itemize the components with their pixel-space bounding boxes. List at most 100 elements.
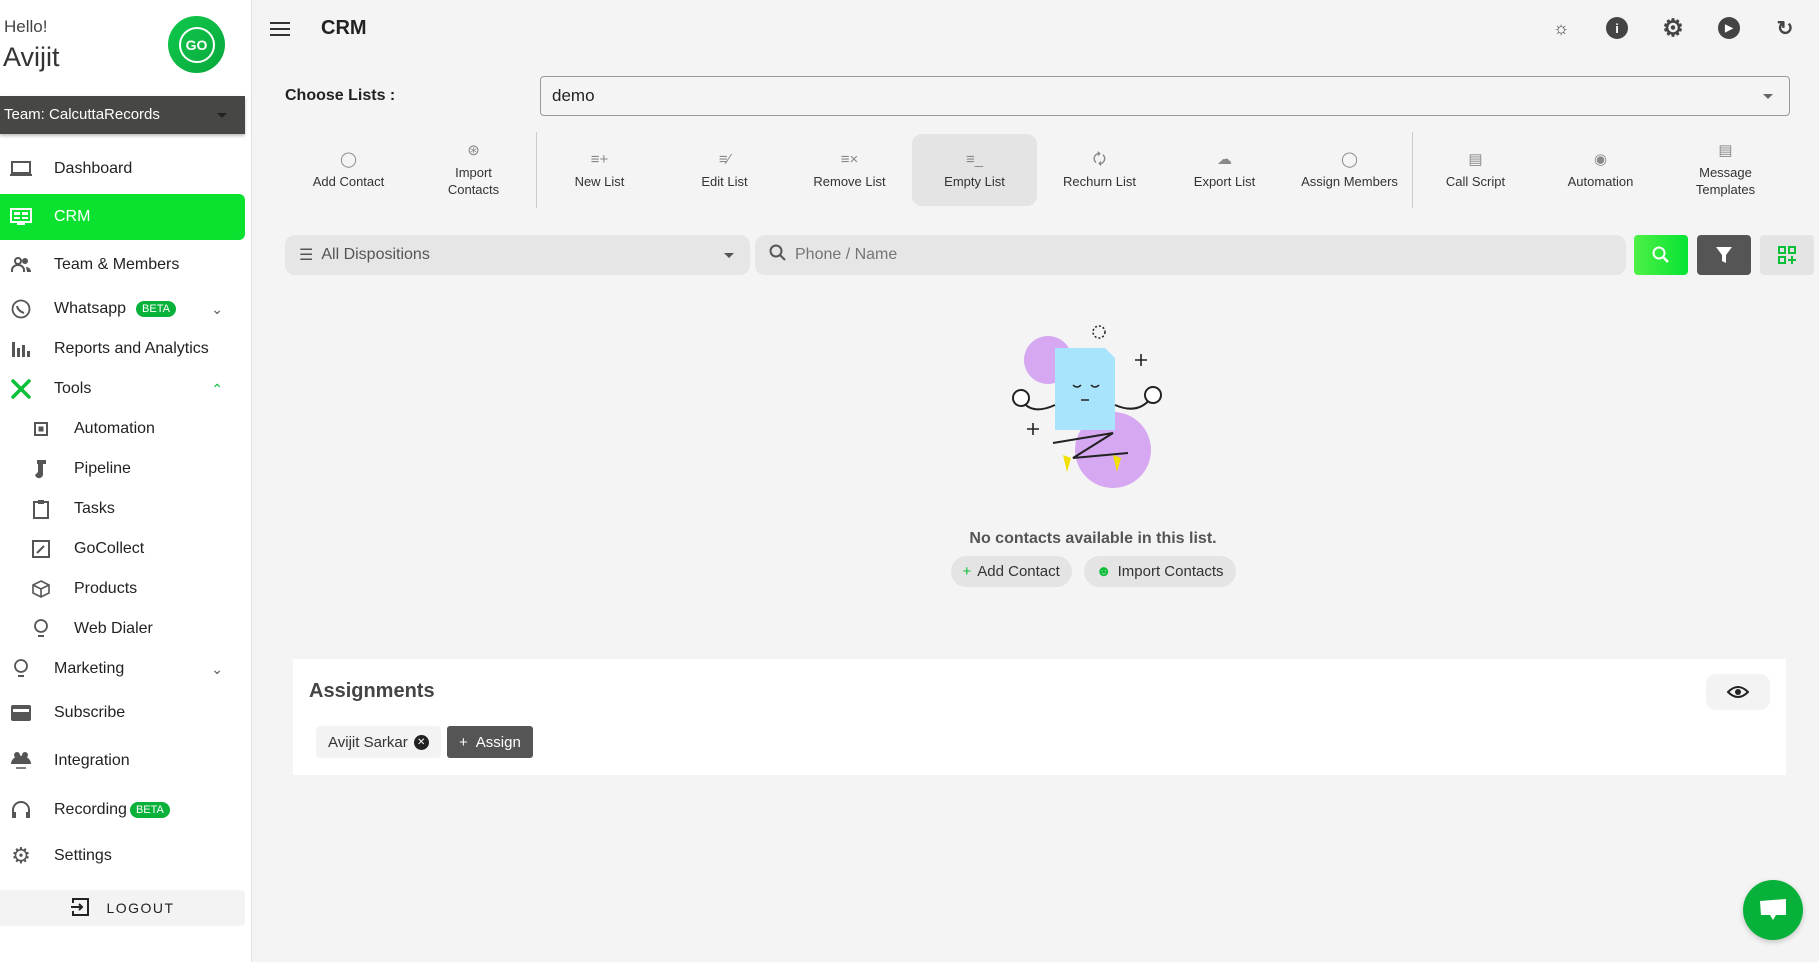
logout-button[interactable]: LOGOUT [0,890,245,926]
pill-label: Import Contacts [1117,563,1224,580]
filter-button[interactable] [1697,235,1751,275]
search-input[interactable] [795,246,1554,264]
sidebar-item-label: Tasks [74,500,115,517]
assign-button[interactable]: + Assign [447,726,533,758]
sidebar-item-label: Tools [54,380,92,397]
empty-message: No contacts available in this list. [969,530,1217,547]
toolbar-label: Rechurn List [1063,173,1136,189]
file-refresh-icon: 🗘 [1092,150,1107,168]
chevron-up-icon[interactable]: ⌃ [211,381,223,398]
group-add-icon: ☻ [1095,563,1112,580]
caret-down-icon [724,253,734,258]
toolbar-label: Export List [1193,173,1256,189]
remove-assignee-icon[interactable]: ✕ [413,734,429,750]
toolbar-label: New List [574,173,625,189]
page-title: CRM [321,17,367,39]
chevron-down-icon[interactable]: ⌄ [211,661,223,678]
sidebar-item-label: CRM [54,208,91,225]
robot-icon: ◉ [1593,150,1608,168]
empty-add-contact-button[interactable]: + Add Contact [950,556,1072,587]
new-list-button[interactable]: ≡+ New List [537,134,662,206]
search-icon [769,244,787,267]
filter-list-icon: ☰ [299,247,314,264]
header-actions: ☼ i ⚙ ▶ ↻ [1550,15,1796,42]
remove-list-button[interactable]: ≡× Remove List [787,134,912,206]
integration-icon [8,750,34,772]
chat-button[interactable] [1743,880,1803,940]
list-select-value: demo [552,86,595,105]
team-label: Team: CalcuttaRecords [4,106,160,123]
logout-label: LOGOUT [106,900,175,916]
search-button[interactable] [1634,235,1688,275]
sidebar-item-settings[interactable]: ⚙ Settings [0,833,245,879]
playlist-add-icon: ≡+ [590,150,609,168]
playlist-edit-icon: ≡⁄ [718,150,731,168]
disposition-select[interactable]: ☰ All Dispositions [285,235,750,275]
sidebar-item-label: Marketing [54,660,125,677]
sidebar-item-marketing[interactable]: Marketing ⌄ [0,646,245,692]
toolbar-label: Add Contact [312,173,385,189]
plus-icon: + [459,733,468,751]
pipeline-icon [28,458,54,480]
cube-icon [28,578,54,600]
message-templates-button[interactable]: ▤ Message Templates [1663,134,1788,206]
playlist-empty-icon: ≡_ [965,150,984,168]
greeting: Hello! [4,17,48,36]
chevron-down-icon[interactable]: ⌄ [211,301,223,318]
logo-text: GO [185,36,208,53]
toolbar-label: Message Templates [1695,165,1756,197]
template-icon: ▤ [1718,142,1733,159]
filter-bar: ☰ All Dispositions [285,235,1814,275]
edit-list-button[interactable]: ≡⁄ Edit List [662,134,787,206]
sidebar-item-label: Dashboard [54,160,133,177]
assign-members-button[interactable]: ◯ Assign Members [1287,134,1412,206]
sidebar-item-label: Subscribe [54,704,126,721]
toolbar-label: Edit List [701,173,748,189]
rechurn-list-button[interactable]: 🗘 Rechurn List [1037,134,1162,206]
gear-icon: ⚙ [11,843,31,868]
clipboard-icon [28,498,54,520]
import-contacts-button[interactable]: ⊛ Import Contacts [411,134,536,206]
sidebar: Hello! Avijit GO Team: CalcuttaRecords D… [0,0,252,962]
sidebar-item-subscribe[interactable]: Subscribe [0,690,245,736]
sidebar-item-team-members[interactable]: Team & Members [0,242,245,288]
sidebar-item-label: Whatsapp [54,300,127,317]
call-script-button[interactable]: ▤ Call Script [1413,134,1538,206]
automation-button[interactable]: ◉ Automation [1538,134,1663,206]
hamburger-menu-icon[interactable] [270,18,290,40]
sidebar-item-label: Reports and Analytics [54,340,209,357]
crm-icon [8,206,34,228]
empty-actions: + Add Contact ☻ Import Contacts [893,556,1293,587]
sidebar-item-recording[interactable]: Recording BETA [0,787,245,833]
empty-list-button[interactable]: ≡_ Empty List [912,134,1037,206]
sidebar-item-dashboard[interactable]: Dashboard [0,146,245,192]
refresh-icon[interactable]: ↻ [1774,17,1796,40]
sidebar-item-label: Pipeline [74,460,131,477]
sidebar-item-integration[interactable]: Integration [0,738,245,784]
beta-badge: BETA [129,802,170,818]
info-icon[interactable]: i [1606,17,1628,39]
sidebar-item-label: Products [74,580,138,597]
empty-import-contacts-button[interactable]: ☻ Import Contacts [1083,556,1236,587]
list-select[interactable]: demo [540,76,1790,116]
theme-toggle-icon[interactable]: ☼ [1550,17,1572,39]
assignments-title: Assignments [309,680,435,702]
search-field[interactable] [755,235,1626,275]
person-icon: ◯ [340,150,357,168]
assignments-card: Assignments Avijit Sarkar ✕ + Assign [293,659,1786,775]
add-contact-button[interactable]: ◯ Add Contact [286,134,411,206]
settings-gear-icon[interactable]: ⚙ [1662,15,1684,42]
team-selector[interactable]: Team: CalcuttaRecords [0,96,245,134]
sidebar-item-label: Automation [74,420,155,437]
sidebar-item-crm[interactable]: CRM [0,194,245,240]
search-icon [1652,246,1669,263]
laptop-icon [8,158,34,180]
chip-icon [28,418,54,440]
add-widget-button[interactable] [1760,235,1814,275]
visibility-button[interactable] [1706,674,1770,710]
export-list-button[interactable]: ☁ Export List [1162,134,1287,206]
play-icon[interactable]: ▶ [1718,17,1740,39]
group-icon: ⊛ [467,142,480,159]
assignee-chip: Avijit Sarkar ✕ [316,726,441,758]
beta-badge: BETA [136,301,176,317]
